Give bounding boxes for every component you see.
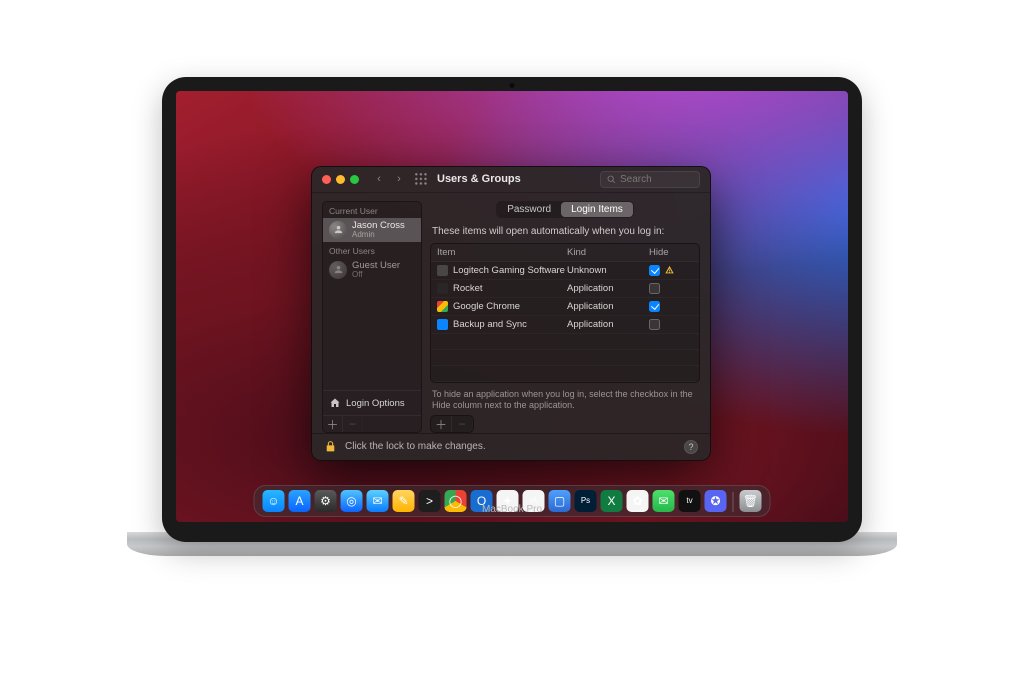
tabs: Password Login Items bbox=[496, 201, 634, 218]
macbook-frame: ‹ › Users & Groups Search Current User bbox=[127, 77, 897, 607]
login-options-button[interactable]: Login Options bbox=[323, 390, 421, 415]
grid-icon bbox=[414, 172, 428, 186]
table-row bbox=[431, 334, 699, 350]
sidebar-user-current[interactable]: Jason Cross Admin bbox=[323, 218, 421, 242]
lock-text: Click the lock to make changes. bbox=[345, 441, 486, 452]
close-button[interactable] bbox=[322, 175, 331, 184]
app-icon bbox=[437, 283, 448, 294]
item-name: Rocket bbox=[453, 283, 483, 294]
sidebar-header-other: Other Users bbox=[323, 242, 421, 258]
lock-bar: Click the lock to make changes. ? bbox=[312, 433, 710, 459]
home-icon bbox=[329, 397, 341, 409]
table-row[interactable]: Logitech Gaming SoftwareUnknown bbox=[431, 262, 699, 280]
window-controls bbox=[322, 175, 359, 184]
nav: ‹ › bbox=[371, 171, 407, 187]
table-row[interactable]: Google Chrome Application bbox=[431, 298, 699, 316]
screen-bezel: ‹ › Users & Groups Search Current User bbox=[162, 77, 862, 542]
kind-cell: Application bbox=[567, 301, 649, 312]
item-name: Backup and Sync bbox=[453, 319, 527, 330]
tab-password[interactable]: Password bbox=[497, 202, 561, 217]
item-name: Google Chrome bbox=[453, 301, 520, 312]
table-row bbox=[431, 366, 699, 382]
hide-checkbox[interactable] bbox=[649, 283, 660, 294]
sidebar-user-guest[interactable]: Guest User Off bbox=[323, 258, 421, 282]
item-cell: Backup and Sync bbox=[437, 319, 567, 330]
table-header: Item Kind Hide bbox=[431, 244, 699, 262]
lock-icon[interactable] bbox=[324, 439, 337, 454]
user-role: Admin bbox=[352, 231, 405, 239]
search-icon bbox=[607, 175, 616, 184]
search-field[interactable]: Search bbox=[600, 171, 700, 188]
app-icon bbox=[437, 301, 448, 312]
add-remove-controls: ＋ − bbox=[430, 415, 474, 433]
window-title: Users & Groups bbox=[437, 173, 521, 185]
login-items-table: Item Kind Hide Logitech Gaming SoftwareU… bbox=[430, 243, 700, 383]
help-button[interactable]: ? bbox=[684, 440, 698, 454]
camera bbox=[510, 83, 515, 88]
forward-button[interactable]: › bbox=[391, 171, 407, 187]
col-hide: Hide bbox=[649, 247, 693, 258]
app-icon bbox=[437, 265, 448, 276]
person-icon bbox=[333, 264, 344, 275]
main-panel: Password Login Items These items will op… bbox=[430, 201, 700, 434]
table-row bbox=[431, 350, 699, 366]
sidebar-header-current: Current User bbox=[323, 202, 421, 218]
show-all-button[interactable] bbox=[413, 171, 429, 187]
minimize-button[interactable] bbox=[336, 175, 345, 184]
search-placeholder: Search bbox=[620, 174, 652, 185]
item-cell: Rocket bbox=[437, 283, 567, 294]
kind-cell: Application bbox=[567, 283, 649, 294]
sidebar-footer: ＋ − bbox=[323, 415, 421, 432]
login-options-label: Login Options bbox=[346, 398, 405, 409]
hide-checkbox[interactable] bbox=[649, 301, 660, 312]
item-cell: Google Chrome bbox=[437, 301, 567, 312]
person-icon bbox=[333, 224, 344, 235]
user-role: Off bbox=[352, 271, 400, 279]
item-name: Logitech Gaming Software bbox=[453, 265, 565, 276]
warning-icon bbox=[664, 265, 675, 275]
col-item: Item bbox=[437, 247, 567, 258]
section-heading: These items will open automatically when… bbox=[432, 226, 700, 237]
avatar bbox=[329, 221, 347, 239]
zoom-button[interactable] bbox=[350, 175, 359, 184]
back-button[interactable]: ‹ bbox=[371, 171, 387, 187]
hint-text: To hide an application when you log in, … bbox=[432, 389, 698, 412]
users-sidebar: Current User Jason Cross Admin Other Use… bbox=[322, 201, 422, 434]
app-icon bbox=[437, 319, 448, 330]
users-groups-window: ‹ › Users & Groups Search Current User bbox=[311, 166, 711, 461]
tab-login-items[interactable]: Login Items bbox=[561, 202, 633, 217]
add-user-button[interactable]: ＋ bbox=[323, 416, 343, 432]
col-kind: Kind bbox=[567, 247, 649, 258]
kind-cell: Application bbox=[567, 319, 649, 330]
table-row[interactable]: Rocket Application bbox=[431, 280, 699, 298]
add-item-button[interactable]: ＋ bbox=[431, 416, 452, 432]
avatar bbox=[329, 261, 347, 279]
hide-checkbox[interactable] bbox=[649, 319, 660, 330]
desktop[interactable]: ‹ › Users & Groups Search Current User bbox=[176, 91, 848, 522]
kind-cell: Unknown bbox=[567, 265, 649, 276]
device-label: MacBook Pro bbox=[176, 504, 848, 515]
hide-checkbox[interactable] bbox=[649, 265, 660, 276]
item-cell: Logitech Gaming Software bbox=[437, 265, 567, 276]
remove-item-button[interactable]: − bbox=[452, 416, 473, 432]
remove-user-button[interactable]: − bbox=[343, 416, 363, 432]
table-row[interactable]: Backup and Sync Application bbox=[431, 316, 699, 334]
titlebar: ‹ › Users & Groups Search bbox=[312, 167, 710, 193]
